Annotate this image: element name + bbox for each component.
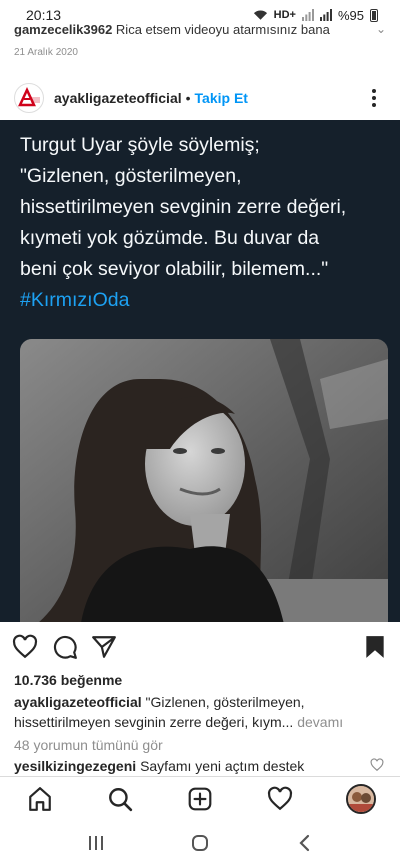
black-white-portrait-photo [20,339,388,622]
quote-line: kıymeti yok gözümde. Bu duvar da [20,227,320,249]
portrait-illustration [20,339,388,622]
follow-button[interactable]: Takip Et [195,90,248,106]
activity-heart-icon[interactable] [267,786,293,812]
heart-icon[interactable] [12,634,38,660]
previous-comment: gamzecelik3962 Rica etsem videoyu atarmı… [14,22,386,40]
comment-icon[interactable] [52,634,78,660]
battery-icon [370,8,378,22]
comment-username[interactable]: yesilkizingezegeni [14,758,136,774]
more-options-icon[interactable] [364,88,384,108]
home-button-icon[interactable] [190,834,210,852]
post-avatar[interactable] [14,83,44,113]
back-icon[interactable] [298,834,312,852]
signal-icon [301,9,314,21]
quote-line: "Gizlenen, gösterilmeyen, [20,165,242,187]
post-caption: ayakligazeteofficial "Gizlenen, gösteril… [14,692,390,732]
share-icon[interactable] [91,634,117,660]
comment-like-icon[interactable] [370,758,384,772]
profile-photo [348,786,374,812]
tweet-quote: Turgut Uyar şöyle söylemiş; "Gizlenen, g… [20,130,390,316]
bookmark-icon[interactable] [362,634,388,660]
chevron-down-icon[interactable]: ⌄ [376,22,386,36]
network-type: HD+ [273,9,296,21]
quote-line: hissettirilmeyen sevginin zerre değeri, [20,196,347,218]
new-post-icon[interactable] [187,786,213,812]
post-media[interactable]: Turgut Uyar şöyle söylemiş; "Gizlenen, g… [0,120,400,622]
system-navigation-bar [0,822,400,866]
search-icon[interactable] [107,786,133,812]
view-all-comments-link[interactable]: 48 yorumun tümünü gör [14,737,163,753]
post-username[interactable]: ayakligazeteofficial [54,90,182,106]
dot-separator: • [185,90,191,106]
battery-level: %95 [337,7,364,23]
wifi-icon [253,10,267,20]
previous-comment-date: 21 Aralık 2020 [14,47,78,58]
post-header: ayakligazeteofficial • Takip Et [0,80,400,116]
likes-count[interactable]: 10.736 beğenme [14,672,122,688]
post-actions [0,626,400,666]
hashtag: #KırmızıOda [20,289,130,311]
quote-line: beni çok seviyor olabilir, bilemem..." [20,258,329,280]
home-icon[interactable] [27,786,53,812]
caption-username[interactable]: ayakligazeteofficial [14,694,142,710]
recent-apps-icon[interactable] [88,834,104,852]
quote-line: Turgut Uyar şöyle söylemiş; [20,134,260,156]
comment-text: Sayfamı yeni açtım destek [140,758,305,774]
comment-preview: yesilkizingezegeni Sayfamı yeni açtım de… [14,758,364,774]
caption-more-link[interactable]: devamı [297,714,343,730]
status-icons: HD+ %95 [253,8,378,23]
ayakli-gazete-logo-icon [18,87,40,107]
bottom-navigation [0,776,400,822]
profile-avatar[interactable] [346,784,376,814]
signal-icon-2 [319,9,332,21]
previous-comment-user[interactable]: gamzecelik3962 [14,22,112,37]
status-time: 20:13 [26,7,62,23]
previous-comment-text: Rica etsem videoyu atarmısınız bana [115,22,330,37]
